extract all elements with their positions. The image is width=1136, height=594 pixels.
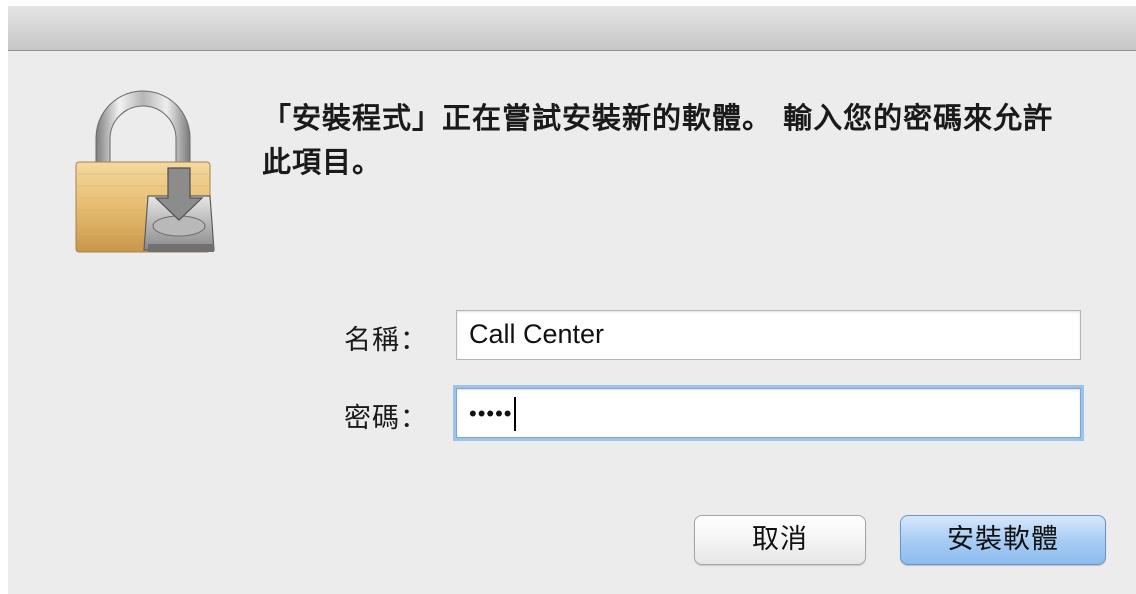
password-mask: ••••• [469, 401, 513, 426]
name-field[interactable]: Call Center [456, 310, 1081, 360]
name-field-value: Call Center [469, 319, 605, 349]
name-label: 名稱： [344, 325, 428, 356]
auth-dialog: 「安裝程式」正在嘗試安裝新的軟體。 輸入您的密碼來允許此項目。 名稱： Call… [8, 6, 1136, 594]
install-software-button[interactable]: 安裝軟體 [900, 515, 1106, 565]
cancel-button[interactable]: 取消 [694, 515, 866, 565]
password-field[interactable]: ••••• [456, 388, 1081, 438]
text-caret [513, 397, 516, 431]
window-titlebar [8, 6, 1136, 51]
password-label: 密碼： [344, 403, 428, 434]
dialog-message: 「安裝程式」正在嘗試安裝新的軟體。 輸入您的密碼來允許此項目。 [262, 101, 1054, 179]
lock-installer-icon [75, 90, 215, 253]
